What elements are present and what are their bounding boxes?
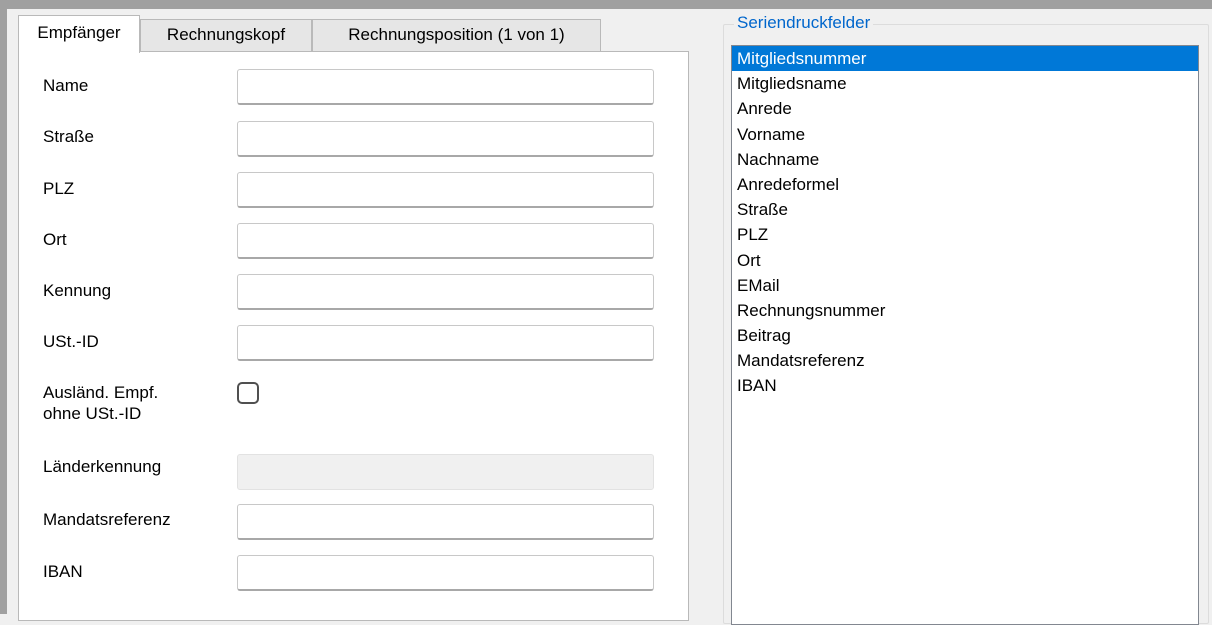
list-item[interactable]: Anrede: [732, 96, 1198, 121]
auslaend-empf-checkbox[interactable]: [237, 382, 259, 404]
list-item[interactable]: Rechnungsnummer: [732, 298, 1198, 323]
ustid-field[interactable]: [237, 325, 654, 361]
window-left-border: [0, 9, 7, 614]
laenderkennung-field: [237, 454, 654, 490]
ort-label: Ort: [43, 230, 67, 249]
tab-empfaenger[interactable]: Empfänger: [18, 15, 140, 53]
kennung-field[interactable]: [237, 274, 654, 310]
list-item[interactable]: Anredeformel: [732, 172, 1198, 197]
list-item[interactable]: Mitgliedsnummer: [732, 46, 1198, 72]
auslaend-empf-label-line1: Ausländ. Empf.: [43, 383, 159, 402]
window-top-border: [0, 0, 1212, 9]
list-item[interactable]: Ort: [732, 248, 1198, 273]
list-item[interactable]: Vorname: [732, 122, 1198, 147]
strasse-label: Straße: [43, 127, 95, 146]
name-field[interactable]: [237, 69, 654, 105]
list-item[interactable]: Straße: [732, 197, 1198, 222]
list-item[interactable]: Mandatsreferenz: [732, 348, 1198, 373]
name-label: Name: [43, 76, 89, 95]
laenderkennung-label: Länderkennung: [43, 457, 162, 476]
mandatsreferenz-field[interactable]: [237, 504, 654, 540]
plz-label: PLZ: [43, 179, 75, 198]
list-item[interactable]: IBAN: [732, 373, 1198, 398]
ort-field[interactable]: [237, 223, 654, 259]
list-item[interactable]: EMail: [732, 273, 1198, 298]
tab-rechnungskopf[interactable]: Rechnungskopf: [140, 19, 312, 51]
seriendruckfelder-title: Seriendruckfelder: [734, 13, 874, 33]
tab-rechnungsposition[interactable]: Rechnungsposition (1 von 1): [312, 19, 601, 51]
ustid-label: USt.-ID: [43, 332, 99, 351]
list-item[interactable]: Beitrag: [732, 323, 1198, 348]
plz-field[interactable]: [237, 172, 654, 208]
auslaend-empf-label-line2: ohne USt.-ID: [43, 404, 142, 423]
kennung-label: Kennung: [43, 281, 112, 300]
list-item[interactable]: PLZ: [732, 222, 1198, 247]
mandatsreferenz-label: Mandatsreferenz: [43, 510, 171, 529]
seriendruckfelder-listbox[interactable]: Mitgliedsnummer Mitgliedsname Anrede Vornam…: [731, 45, 1199, 625]
strasse-field[interactable]: [237, 121, 654, 157]
iban-field[interactable]: [237, 555, 654, 591]
list-item[interactable]: Nachname: [732, 147, 1198, 172]
list-item[interactable]: Mitgliedsname: [732, 71, 1198, 96]
iban-label: IBAN: [43, 562, 83, 581]
